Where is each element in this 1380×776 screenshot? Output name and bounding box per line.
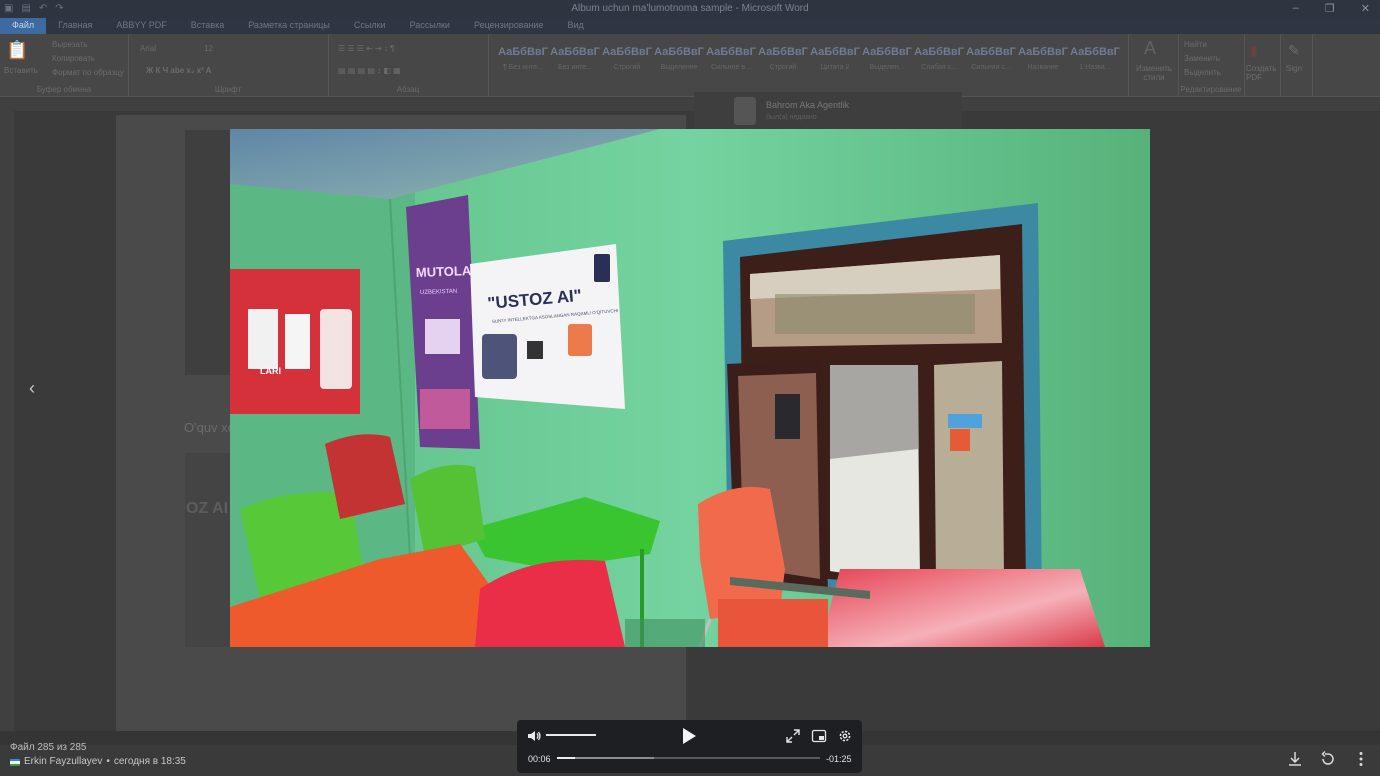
style-tile: АаБбВвГ Строгий [758, 46, 808, 71]
document-image [185, 130, 235, 375]
fullscreen-icon[interactable] [785, 728, 801, 744]
author-name[interactable]: Erkin Fayzullayev [24, 755, 102, 769]
style-tile: АаБбВвГ Название [1018, 46, 1068, 71]
separator: • [106, 756, 110, 767]
word-ribbon: 📋 Вставить Вырезать Копировать Формат по… [0, 34, 1380, 97]
volume-icon[interactable] [526, 728, 542, 744]
style-tile: АаБбВвГ Сильная с... [966, 46, 1016, 71]
editing-group-label: Редактирование [1180, 85, 1242, 94]
poster: "USTOZ AI" SUN'IY INTELLEKTGA ASOSLANGAN… [470, 244, 625, 409]
style-tile: АаБбВвГ Строгий [602, 46, 652, 71]
minimize-icon: – [1292, 2, 1299, 14]
style-tile: АаБбВвГ Слабая с... [914, 46, 964, 71]
word-ribbon-tabs: Файл Главная ABBYY PDF Вставка Разметка … [0, 18, 1380, 34]
clipboard-group: 📋 Вставить Вырезать Копировать Формат по… [0, 34, 129, 96]
play-icon[interactable] [680, 726, 698, 746]
document-image-text: OZ AI [186, 500, 229, 517]
style-tile: АаБбВвГ Выделен... [862, 46, 912, 71]
pdf-icon: ▮ [1250, 42, 1258, 58]
paragraph-group-label: Абзац [396, 85, 420, 94]
more-options-icon[interactable] [1352, 750, 1370, 768]
document-image [185, 453, 235, 647]
font-size-field: 12 [204, 44, 213, 53]
font-group-label: Шрифт [214, 85, 242, 94]
list-icons: ☰ ☰ ☰ ⇤ ⇥ ↕ ¶ [338, 44, 395, 53]
styles-icon: A [1144, 38, 1157, 58]
window-controls: – ❐ ✕ [1293, 2, 1370, 15]
paste-icon: 📋 [6, 40, 29, 60]
picture-in-picture-icon[interactable] [811, 728, 827, 744]
style-tile: AaБбВвГ Без инте... [550, 46, 600, 71]
close-icon: ✕ [1360, 3, 1370, 15]
change-styles-label: Изменить стили [1135, 64, 1173, 82]
paragraph-group: ☰ ☰ ☰ ⇤ ⇥ ↕ ¶ ▤ ▤ ▤ ▤ ↕ ◧ ▦ Абзац [328, 34, 489, 96]
chat-contact-status: был(а) недавно [766, 114, 817, 121]
copy-label: Копировать [52, 54, 96, 63]
sign-label: Sign [1286, 64, 1303, 73]
select-label: Выделить [1184, 68, 1221, 77]
taskbar-ghost [1100, 754, 1280, 774]
rotate-icon[interactable] [1319, 750, 1337, 768]
previous-arrow-icon[interactable]: ‹ [22, 376, 42, 400]
horizontal-ruler [0, 97, 1380, 111]
author-row: Erkin Fayzullayev • сегодня в 18:35 [10, 755, 186, 769]
restore-icon: ❐ [1324, 3, 1335, 15]
download-icon[interactable] [1286, 750, 1304, 768]
style-tile: АаБбВвГ 1 Назва... [1070, 46, 1120, 71]
classroom-photo: LARI MUTOLAA UZBEKISTAN "USTOZ AI" SUN'I… [230, 129, 1150, 647]
post-date: сегодня в 18:35 [113, 756, 186, 767]
settings-gear-icon[interactable] [837, 728, 853, 744]
style-tile: АаБбВвГ Выделение [654, 46, 704, 71]
tab-review: Рецензирование [473, 20, 544, 30]
media-info: Файл 285 из 285 Erkin Fayzullayev • сего… [10, 741, 186, 769]
word-titlebar: ▣ ▤ ↶ ↷ Album uchun ma'lumotnoma sample … [0, 0, 1380, 18]
file-counter: Файл 285 из 285 [10, 742, 87, 753]
vertical-ruler [0, 111, 14, 731]
document-text: O'quv xo [184, 420, 235, 435]
tab-mailings: Рассылки [409, 20, 450, 30]
change-styles-group: A Изменить стили [1128, 34, 1179, 96]
media-photo[interactable]: LARI MUTOLAA UZBEKISTAN "USTOZ AI" SUN'I… [230, 129, 1150, 647]
tab-insert: Вставка [190, 20, 225, 30]
sign-group: ✎ Sign [1280, 34, 1313, 96]
volume-slider[interactable] [546, 734, 596, 736]
tab-layout: Разметка страницы [248, 20, 330, 30]
tab-view: Вид [567, 20, 584, 30]
remaining-time: -01:25 [826, 754, 852, 764]
style-tile: АаБбВвГ ¶ Без инте... [498, 46, 548, 71]
style-tile: АаБбВвГ Цитата 2 [810, 46, 860, 71]
progress-fill [557, 757, 576, 759]
viewer-tools [1286, 750, 1370, 768]
flag-icon [10, 758, 20, 766]
table [820, 569, 1105, 647]
current-time: 00:06 [528, 754, 551, 764]
font-group: Arial 12 Ж К Ч abe x₂ x² A Шрифт [128, 34, 329, 96]
tab-references: Ссылки [353, 20, 386, 30]
paste-label: Вставить [4, 66, 38, 75]
taskbar-ghost [250, 754, 550, 774]
align-icons: ▤ ▤ ▤ ▤ ↕ ◧ ▦ [338, 66, 401, 75]
pdf-group: ▮ Создать PDF [1244, 34, 1281, 96]
clipboard-group-label: Буфер обмена [36, 85, 92, 94]
replace-label: Заменить [1184, 54, 1220, 63]
poster: LARI [230, 269, 360, 414]
word-window-title: Album uchun ma'lumotnoma sample - Micros… [571, 3, 809, 14]
style-tile: АаБбВвГ Сильное в... [706, 46, 756, 71]
find-label: Найти [1184, 40, 1207, 49]
create-pdf-label: Создать PDF [1246, 64, 1277, 82]
avatar [734, 97, 756, 125]
font-name-field: Arial [140, 44, 157, 53]
svg-text:LARI: LARI [260, 366, 281, 376]
cut-label: Вырезать [52, 40, 88, 49]
chat-contact-name: Bahrom Aka Agentlik [766, 100, 850, 110]
font-format-icons: Ж К Ч abe x₂ x² A [146, 66, 212, 75]
tab-abbyy: ABBYY PDF [116, 20, 167, 30]
editing-group: Найти Заменить Выделить Редактирование [1178, 34, 1245, 96]
sign-icon: ✎ [1288, 42, 1300, 58]
tab-home: Главная [58, 20, 93, 30]
chat-header: Bahrom Aka Agentlik был(а) недавно [694, 92, 962, 130]
format-painter-label: Формат по образцу [52, 68, 124, 77]
tab-file: Файл [0, 18, 47, 34]
styles-gallery: АаБбВвГ ¶ Без инте... AaБбВвГ Без инте... … [488, 34, 1129, 96]
